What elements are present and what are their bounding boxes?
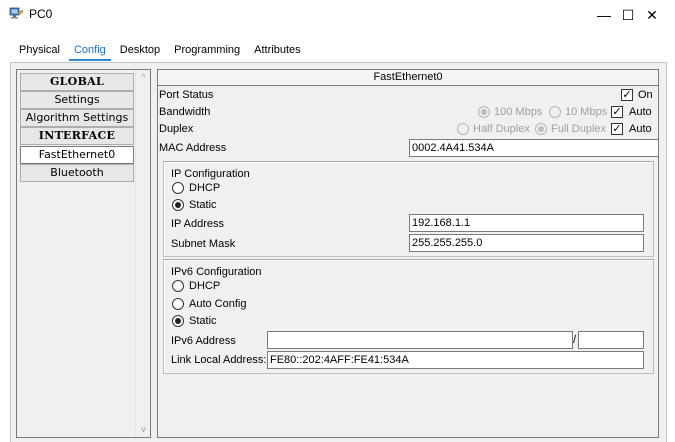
subnet-mask-label: Subnet Mask — [171, 238, 236, 250]
sidebar-item-fastethernet0[interactable]: FastEthernet0 — [20, 146, 134, 164]
tab-bar: Physical Config Desktop Programming Attr… — [12, 43, 308, 63]
ipv6-static-label: Static — [189, 315, 217, 327]
tab-attributes[interactable]: Attributes — [247, 43, 307, 63]
ipv4-static-label: Static — [189, 199, 217, 211]
duplex-auto-label: Auto — [629, 123, 652, 135]
sidebar-item-bluetooth[interactable]: Bluetooth — [20, 164, 134, 182]
mac-address-label: MAC Address — [159, 142, 227, 154]
port-status-on-label: On — [638, 89, 653, 101]
ipv6-dhcp-radio[interactable] — [172, 280, 184, 292]
sidebar: GLOBAL Settings Algorithm Settings INTER… — [16, 69, 151, 438]
tab-desktop[interactable]: Desktop — [113, 43, 167, 63]
duplex-full-radio[interactable] — [535, 123, 547, 135]
ipv6-auto-config-label: Auto Config — [189, 298, 247, 310]
ipv6-static-radio[interactable] — [172, 315, 184, 327]
ipv6-config-heading: IPv6 Configuration — [171, 266, 262, 278]
mac-address-field[interactable]: 0002.4A41.534A — [409, 139, 658, 157]
scroll-up-icon[interactable]: ^ — [139, 73, 148, 82]
sidebar-header-interface[interactable]: INTERFACE — [20, 127, 134, 145]
ipv4-dhcp-label: DHCP — [189, 182, 221, 194]
ip-address-field[interactable]: 192.168.1.1 — [409, 214, 644, 232]
bandwidth-100-radio[interactable] — [478, 106, 490, 118]
ipv4-static-radio[interactable] — [172, 199, 184, 211]
pc-icon — [9, 7, 24, 19]
close-icon: ✕ — [646, 6, 658, 23]
scroll-down-icon[interactable]: v — [139, 425, 148, 434]
close-button[interactable]: ✕ — [629, 0, 675, 30]
sidebar-header-global[interactable]: GLOBAL — [20, 73, 134, 91]
ipv6-dhcp-label: DHCP — [189, 280, 221, 292]
ipv6-prefix-field[interactable] — [578, 331, 644, 349]
subnet-mask-field[interactable]: 255.255.255.0 — [409, 234, 644, 252]
duplex-label: Duplex — [159, 123, 194, 135]
ipv6-prefix-separator: / — [573, 334, 577, 346]
port-status-label: Port Status — [159, 89, 214, 101]
bandwidth-10-label: 10 Mbps — [565, 106, 608, 118]
bandwidth-10-radio[interactable] — [549, 106, 561, 118]
title-bar: PC0 — ☐ ✕ — [0, 0, 675, 30]
bandwidth-100-label: 100 Mbps — [494, 106, 543, 118]
tab-programming[interactable]: Programming — [167, 43, 247, 63]
bandwidth-auto-checkbox[interactable]: ✓ — [611, 106, 623, 118]
ipv6-address-label: IPv6 Address — [171, 335, 236, 347]
ip-config-heading: IP Configuration — [171, 168, 250, 180]
duplex-auto-checkbox[interactable]: ✓ — [611, 123, 623, 135]
duplex-half-label: Half Duplex — [473, 123, 530, 135]
interface-panel: FastEthernet0 Port Status ✓ On Bandwidth… — [157, 69, 659, 438]
link-local-address-field[interactable]: FE80::202:4AFF:FE41:534A — [267, 351, 644, 369]
bandwidth-label: Bandwidth — [159, 106, 211, 118]
ipv6-auto-config-radio[interactable] — [172, 298, 184, 310]
ipv6-address-field[interactable] — [267, 331, 573, 349]
link-local-address-label: Link Local Address: — [171, 354, 267, 366]
ip-address-label: IP Address — [171, 218, 224, 230]
sidebar-item-settings[interactable]: Settings — [20, 91, 134, 109]
panel-title: FastEthernet0 — [158, 70, 658, 86]
duplex-full-label: Full Duplex — [551, 123, 607, 135]
tab-physical[interactable]: Physical — [12, 43, 67, 63]
bandwidth-auto-label: Auto — [629, 106, 652, 118]
sidebar-item-algorithm-settings[interactable]: Algorithm Settings — [20, 109, 134, 127]
window-title: PC0 — [29, 7, 53, 21]
tab-config[interactable]: Config — [67, 43, 113, 63]
ipv4-dhcp-radio[interactable] — [172, 182, 184, 194]
sidebar-scrollbar[interactable]: ^ v — [135, 70, 150, 437]
duplex-half-radio[interactable] — [457, 123, 469, 135]
port-status-on-checkbox[interactable]: ✓ — [621, 89, 633, 101]
